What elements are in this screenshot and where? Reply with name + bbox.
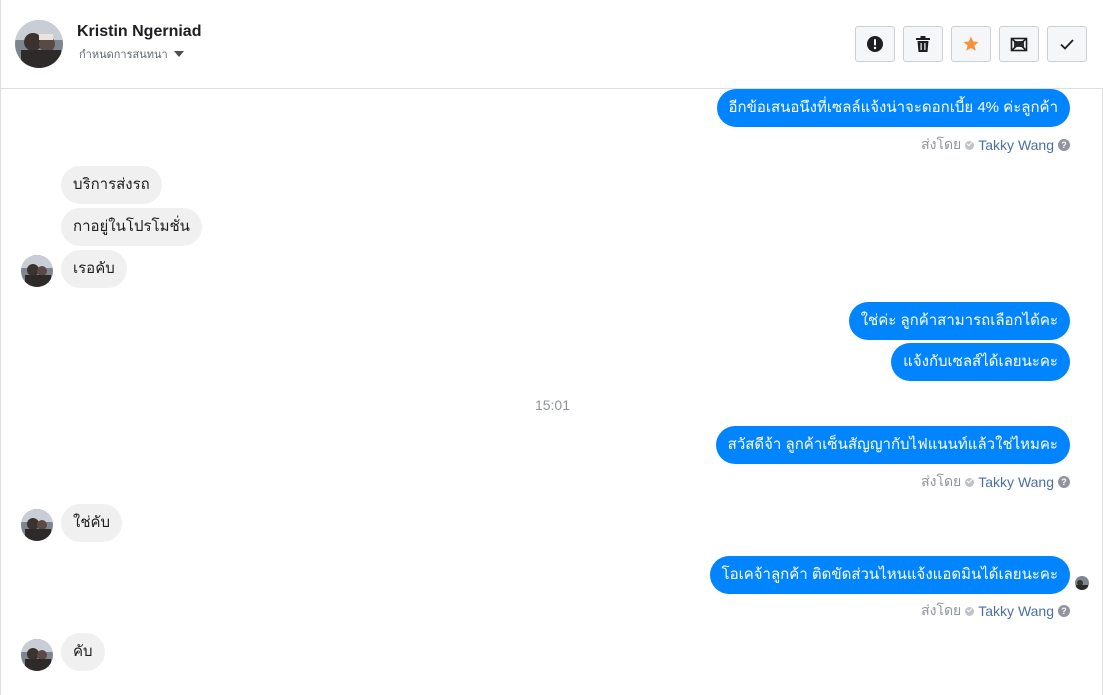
assign-conversation-label: กำหนดการสนทนา — [79, 49, 168, 61]
mark-unread-button[interactable] — [999, 26, 1039, 62]
timestamp: 15:01 — [534, 397, 571, 413]
report-spam-button[interactable] — [855, 26, 895, 62]
incoming-message[interactable]: คับ — [61, 633, 105, 671]
outgoing-message[interactable]: โอเคจ้าลูกค้า ติดขัดส่วนไหนแจ้งแอดมินได้… — [709, 556, 1070, 594]
outgoing-message[interactable]: สวัสดีจ้า ลูกค้าเซ็นสัญญากับไฟแนนท์แล้วใ… — [715, 426, 1070, 464]
sent-by-label: ส่งโดย — [921, 473, 962, 489]
avatar[interactable] — [15, 20, 63, 68]
trash-icon — [916, 36, 930, 52]
conversation-header: Kristin Ngerniad กำหนดการสนทนา — [1, 0, 1103, 89]
avatar[interactable] — [21, 509, 53, 541]
sent-by-info: ส่งโดย Takky Wang ? — [921, 471, 1070, 493]
exclamation-icon — [867, 36, 883, 52]
incoming-message[interactable]: เรอคับ — [61, 250, 127, 288]
incoming-message[interactable]: บริการส่งรถ — [61, 166, 162, 204]
star-icon — [963, 36, 979, 51]
outgoing-message[interactable]: อีกข้อเสนอนึงที่เซลล์แจ้งน่าจะดอกเบี้ย 4… — [716, 89, 1070, 127]
help-icon[interactable]: ? — [1058, 139, 1070, 151]
contact-name[interactable]: Kristin Ngerniad — [77, 23, 201, 41]
check-icon — [1060, 39, 1074, 50]
assign-conversation-dropdown[interactable]: กำหนดการสนทนา — [79, 45, 184, 63]
agent-name[interactable]: Takky Wang — [978, 137, 1054, 153]
sent-by-label: ส่งโดย — [921, 136, 962, 152]
caret-down-icon — [173, 51, 184, 57]
outgoing-message[interactable]: แจ้งกับเซลส์ได้เลยนะคะ — [891, 343, 1070, 381]
seen-avatar — [1075, 576, 1089, 590]
verified-check-icon — [965, 140, 975, 150]
sent-by-info: ส่งโดย Takky Wang ? — [921, 600, 1070, 622]
sent-by-info: ส่งโดย Takky Wang ? — [921, 134, 1070, 156]
star-button[interactable] — [951, 26, 991, 62]
mark-done-button[interactable] — [1047, 26, 1087, 62]
conversation-panel: Kristin Ngerniad กำหนดการสนทนา อีกข้อเสน… — [0, 0, 1103, 695]
agent-name[interactable]: Takky Wang — [978, 603, 1054, 619]
incoming-message[interactable]: กาอยู่ในโปรโมชั่น — [61, 208, 202, 246]
avatar[interactable] — [21, 639, 53, 671]
help-icon[interactable]: ? — [1058, 476, 1070, 488]
verified-check-icon — [965, 606, 975, 616]
envelope-icon — [1010, 37, 1028, 52]
verified-check-icon — [965, 477, 975, 487]
agent-name[interactable]: Takky Wang — [978, 474, 1054, 490]
sent-by-label: ส่งโดย — [921, 602, 962, 618]
help-icon[interactable]: ? — [1058, 605, 1070, 617]
conversation-toolbar — [855, 26, 1087, 62]
outgoing-message[interactable]: ใช่ค่ะ ลูกค้าสามารถเลือกได้คะ — [848, 302, 1070, 340]
avatar[interactable] — [21, 255, 53, 287]
delete-button[interactable] — [903, 26, 943, 62]
incoming-message[interactable]: ใช่คับ — [61, 504, 123, 542]
